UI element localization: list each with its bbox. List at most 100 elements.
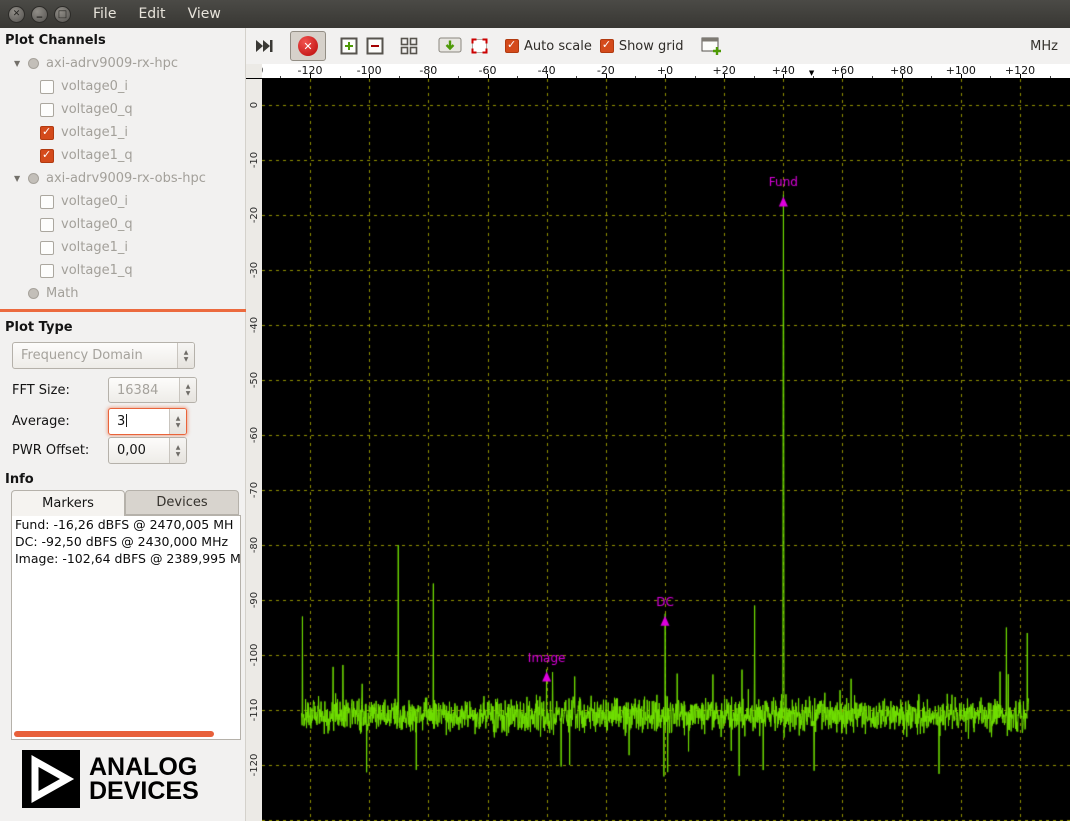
channel-row-voltage1_q[interactable]: voltage1_q <box>0 144 243 167</box>
expander-icon[interactable] <box>14 174 28 183</box>
tab-markers[interactable]: Markers <box>11 490 125 516</box>
logo-text-line1: ANALOG <box>89 755 199 779</box>
ruler-minor-tick <box>695 76 696 78</box>
zoom-out-icon <box>366 37 384 55</box>
device-label: axi-adrv9009-rx-hpc <box>46 56 178 71</box>
power-tick-label: -60 <box>246 415 262 455</box>
device-label: Math <box>46 286 79 301</box>
skip-forward-button[interactable] <box>254 38 274 54</box>
save-plot-button[interactable] <box>438 37 462 56</box>
channel-row-voltage0_i[interactable]: voltage0_i <box>0 190 243 213</box>
power-tick-label: -20 <box>246 195 262 235</box>
iio-oscilloscope-window: File Edit View Plot Channels axi-adrv900… <box>0 0 1070 821</box>
channel-row-voltage0_q[interactable]: voltage0_q <box>0 213 243 236</box>
channel-checkbox[interactable] <box>40 126 54 140</box>
pwr-offset-value: 0,00 <box>109 443 169 458</box>
auto-scale-checkbox-box[interactable] <box>505 39 519 53</box>
channel-label: voltage1_q <box>61 263 133 278</box>
ruler-tick <box>842 74 843 78</box>
stepper-icon[interactable] <box>179 378 196 402</box>
maximize-icon[interactable] <box>54 6 71 23</box>
zoom-out-button[interactable] <box>366 37 384 55</box>
zoom-in-button[interactable] <box>340 37 358 55</box>
power-tick-label: -10 <box>246 140 262 180</box>
device-row-axi-adrv9009-rx-hpc[interactable]: axi-adrv9009-rx-hpc <box>0 52 243 75</box>
device-icon <box>28 173 39 184</box>
channel-label: voltage1_q <box>61 148 133 163</box>
zoom-fit-icon <box>400 37 418 55</box>
text-caret <box>126 414 127 427</box>
channel-row-voltage0_i[interactable]: voltage0_i <box>0 75 243 98</box>
marker-readout-line: DC: -92,50 dBFS @ 2430,000 MHz <box>12 533 240 550</box>
info-hscrollbar[interactable] <box>14 731 214 737</box>
channel-checkbox[interactable] <box>40 103 54 117</box>
marker-position-indicator[interactable] <box>809 69 814 77</box>
channel-label: voltage0_q <box>61 102 133 117</box>
power-tick-label: -70 <box>246 470 262 510</box>
channel-label: voltage0_q <box>61 217 133 232</box>
unit-label: MHz <box>1030 39 1058 54</box>
menu-file[interactable]: File <box>93 6 116 22</box>
device-row-Math[interactable]: Math <box>0 282 243 305</box>
new-plot-icon <box>701 37 723 56</box>
ruler-minor-tick <box>576 76 577 78</box>
zoom-fit-button[interactable] <box>400 37 418 55</box>
channel-row-voltage1_i[interactable]: voltage1_i <box>0 121 243 144</box>
axis-corner <box>246 64 262 79</box>
channel-checkbox[interactable] <box>40 218 54 232</box>
show-grid-checkbox-box[interactable] <box>600 39 614 53</box>
power-axis: 0-10-20-30-40-50-60-70-80-90-100-110-120 <box>246 79 262 821</box>
marker-readout-line: Image: -102,64 dBFS @ 2389,995 M <box>12 550 240 567</box>
plot-type-select[interactable]: Frequency Domain <box>12 342 195 369</box>
stop-x-icon: ✕ <box>298 36 318 56</box>
ruler-minor-tick <box>1050 76 1051 78</box>
frequency-ruler[interactable]: -140-120-100-80-60-40-20+0+20+40+60+80+1… <box>262 64 1070 79</box>
power-tick-label: -110 <box>246 690 262 730</box>
expander-icon[interactable] <box>14 59 28 68</box>
channel-checkbox[interactable] <box>40 241 54 255</box>
power-tick-label: 0 <box>246 85 262 125</box>
channel-checkbox[interactable] <box>40 149 54 163</box>
channel-row-voltage1_i[interactable]: voltage1_i <box>0 236 243 259</box>
channel-label: voltage1_i <box>61 240 128 255</box>
save-plot-icon <box>438 37 462 56</box>
device-icon <box>28 58 39 69</box>
channel-checkbox[interactable] <box>40 80 54 94</box>
stepper-icon[interactable] <box>169 438 186 463</box>
channel-checkbox[interactable] <box>40 264 54 278</box>
ruler-tick <box>369 74 370 78</box>
ruler-tick <box>665 74 666 78</box>
new-plot-button[interactable] <box>701 37 723 56</box>
fft-size-select[interactable]: 16384 <box>108 377 197 403</box>
menu-view[interactable]: View <box>188 6 221 22</box>
minimize-icon[interactable] <box>31 6 48 23</box>
device-label: axi-adrv9009-rx-obs-hpc <box>46 171 206 186</box>
channel-label: voltage0_i <box>61 194 128 209</box>
titlebar: File Edit View <box>0 0 1070 28</box>
ruler-tick <box>547 74 548 78</box>
marker-info-box[interactable]: Fund: -16,26 dBFS @ 2470,005 MHDC: -92,5… <box>11 515 241 740</box>
pane-divider-handle[interactable] <box>0 309 246 312</box>
fullscreen-button[interactable] <box>470 37 489 55</box>
power-tick-label: -100 <box>246 635 262 675</box>
channel-row-voltage1_q[interactable]: voltage1_q <box>0 259 243 282</box>
menubar: File Edit View <box>93 6 221 22</box>
ruler-tick <box>310 74 311 78</box>
channel-checkbox[interactable] <box>40 195 54 209</box>
ruler-minor-tick <box>340 76 341 78</box>
auto-scale-checkbox[interactable]: Auto scale <box>505 39 592 54</box>
show-grid-checkbox[interactable]: Show grid <box>600 39 684 54</box>
ruler-tick <box>902 74 903 78</box>
spectrum-plot[interactable] <box>262 79 1070 821</box>
stop-capture-button[interactable]: ✕ <box>290 31 326 61</box>
stepper-icon[interactable] <box>177 343 194 368</box>
close-icon[interactable] <box>8 6 25 23</box>
tab-devices[interactable]: Devices <box>125 490 239 515</box>
average-input[interactable]: 3 <box>108 408 187 435</box>
pwr-offset-input[interactable]: 0,00 <box>108 437 187 464</box>
device-row-axi-adrv9009-rx-obs-hpc[interactable]: axi-adrv9009-rx-obs-hpc <box>0 167 243 190</box>
menu-edit[interactable]: Edit <box>138 6 165 22</box>
channel-row-voltage0_q[interactable]: voltage0_q <box>0 98 243 121</box>
power-tick-label: -120 <box>246 745 262 785</box>
stepper-icon[interactable] <box>169 409 186 434</box>
